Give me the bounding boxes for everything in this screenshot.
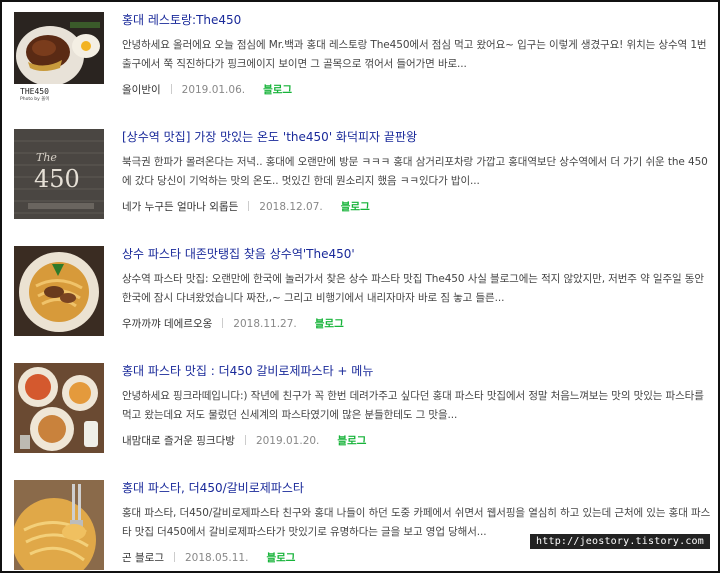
result-source[interactable]: 블로그 bbox=[341, 201, 370, 213]
meta-divider bbox=[173, 552, 175, 562]
result-thumbnail[interactable]: The 450 bbox=[14, 129, 104, 219]
meta-divider bbox=[170, 84, 172, 94]
result-title[interactable]: 홍대 파스타, 더450/갈비로제파스타 bbox=[122, 480, 712, 496]
screenshot-frame: THE450 Photo by 올이 홍대 레스토랑:The450 안녕하세요 … bbox=[0, 0, 720, 573]
result-date: 2018.11.27. bbox=[233, 318, 297, 330]
result-item: 상수 파스타 대존맛탱집 찾음 상수역'The450' 상수역 파스타 맛집: … bbox=[14, 246, 714, 346]
meta-divider bbox=[248, 201, 250, 211]
result-thumbnail[interactable] bbox=[14, 480, 104, 570]
result-title[interactable]: 홍대 레스토랑:The450 bbox=[122, 12, 712, 28]
result-author[interactable]: 우까까꺄 데에르오옹 bbox=[122, 318, 212, 330]
result-date: 2019.01.20. bbox=[255, 435, 320, 447]
result-content: [상수역 맛집] 가장 맛있는 온도 'the450' 화덕피자 끝판왕 북극권… bbox=[122, 129, 712, 215]
result-title[interactable]: [상수역 맛집] 가장 맛있는 온도 'the450' 화덕피자 끝판왕 bbox=[122, 129, 712, 145]
result-thumbnail[interactable] bbox=[14, 363, 104, 453]
table-spread-photo-icon bbox=[14, 363, 104, 453]
fork-pasta-photo-icon bbox=[14, 480, 104, 570]
result-snippet: 상수역 파스타 맛집: 오랜만에 한국에 놀러가서 찾은 상수 파스타 맛집 T… bbox=[122, 273, 704, 304]
result-meta: 네가 누구든 얼마나 외롭든 2018.12.07. 블로그 bbox=[122, 199, 712, 215]
result-date: 2018.12.07. bbox=[259, 201, 323, 213]
restaurant-sign-photo-icon: The 450 bbox=[14, 129, 104, 219]
result-snippet: 안녕하세요 핑크라떼입니다:) 작년에 친구가 꼭 한번 데려가주고 싶다던 홍… bbox=[122, 390, 704, 421]
result-content: 홍대 파스타, 더450/갈비로제파스타 홍대 파스타, 더450/갈비로제파스… bbox=[122, 480, 712, 566]
result-thumbnail[interactable] bbox=[14, 246, 104, 336]
result-source[interactable]: 블로그 bbox=[266, 552, 295, 564]
result-author[interactable]: 네가 누구든 얼마나 외롭든 bbox=[122, 201, 238, 213]
thumb-caption: 450 bbox=[34, 165, 80, 193]
thumb-subcaption: Photo by 올이 bbox=[20, 95, 50, 102]
result-thumbnail[interactable]: THE450 Photo by 올이 bbox=[14, 12, 104, 102]
result-meta: 내맘대로 즐거운 핑크다방 2019.01.20. 블로그 bbox=[122, 433, 712, 449]
result-item: The 450 [상수역 맛집] 가장 맛있는 온도 'the450' 화덕피자… bbox=[14, 129, 714, 229]
result-author[interactable]: 곤 블로그 bbox=[122, 552, 164, 564]
result-item: 홍대 파스타, 더450/갈비로제파스타 홍대 파스타, 더450/갈비로제파스… bbox=[14, 480, 714, 571]
result-snippet: 북극권 한파가 몰려온다는 저녁.. 홍대에 오랜만에 방문 ㅋㅋㅋ 홍대 삼거… bbox=[122, 156, 708, 187]
blog-watermark: http://jeostory.tistory.com bbox=[530, 534, 710, 549]
result-title[interactable]: 홍대 파스타 맛집 : 더450 갈비로제파스타 + 메뉴 bbox=[122, 363, 712, 379]
result-item: THE450 Photo by 올이 홍대 레스토랑:The450 안녕하세요 … bbox=[14, 12, 714, 112]
result-meta: 우까까꺄 데에르오옹 2018.11.27. 블로그 bbox=[122, 316, 712, 332]
result-date: 2018.05.11. bbox=[184, 552, 249, 564]
result-date: 2019.01.06. bbox=[181, 84, 246, 96]
result-author[interactable]: 올이반이 bbox=[122, 84, 161, 96]
result-author[interactable]: 내맘대로 즐거운 핑크다방 bbox=[122, 435, 235, 447]
result-item: 홍대 파스타 맛집 : 더450 갈비로제파스타 + 메뉴 안녕하세요 핑크라떼… bbox=[14, 363, 714, 463]
result-content: 홍대 레스토랑:The450 안녕하세요 올러에요 오늘 점심에 Mr.백과 홍… bbox=[122, 12, 712, 98]
result-title[interactable]: 상수 파스타 대존맛탱집 찾음 상수역'The450' bbox=[122, 246, 712, 262]
thumb-caption: THE450 bbox=[20, 87, 49, 96]
svg-text:The: The bbox=[36, 151, 57, 164]
meta-divider bbox=[244, 435, 246, 445]
result-snippet: 안녕하세요 올러에요 오늘 점심에 Mr.백과 홍대 레스토랑 The450에서… bbox=[122, 39, 707, 70]
meta-divider bbox=[222, 318, 224, 328]
result-source[interactable]: 블로그 bbox=[263, 84, 292, 96]
result-content: 상수 파스타 대존맛탱집 찾음 상수역'The450' 상수역 파스타 맛집: … bbox=[122, 246, 712, 332]
result-source[interactable]: 블로그 bbox=[315, 318, 344, 330]
result-source[interactable]: 블로그 bbox=[337, 435, 366, 447]
result-meta: 올이반이 2019.01.06. 블로그 bbox=[122, 82, 712, 98]
result-meta: 곤 블로그 2018.05.11. 블로그 bbox=[122, 550, 712, 566]
pasta-dish-photo-icon bbox=[14, 246, 104, 336]
result-content: 홍대 파스타 맛집 : 더450 갈비로제파스타 + 메뉴 안녕하세요 핑크라떼… bbox=[122, 363, 712, 449]
steak-plate-photo-icon: THE450 Photo by 올이 bbox=[14, 12, 104, 102]
